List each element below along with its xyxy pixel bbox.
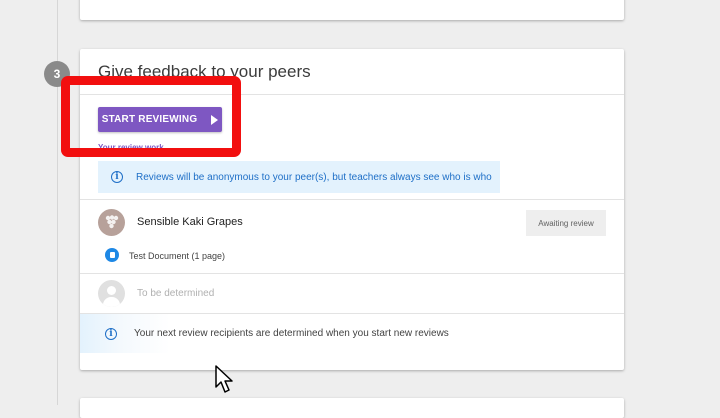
previous-step-card <box>80 0 624 20</box>
grapes-icon <box>105 215 119 229</box>
next-recipients-text: Your next review recipients are determin… <box>134 328 449 339</box>
highlight-annotation <box>61 76 241 157</box>
next-recipients-info-banner: i Your next review recipients are determ… <box>80 314 624 353</box>
awaiting-review-status: Awaiting review <box>526 210 606 236</box>
document-icon <box>105 248 119 262</box>
person-placeholder-icon <box>98 280 125 307</box>
info-icon: i <box>105 327 117 340</box>
mouse-cursor-icon <box>215 365 233 393</box>
to-be-determined-label: To be determined <box>137 288 215 299</box>
peer-name: Sensible Kaki Grapes <box>137 216 243 228</box>
row-divider <box>80 273 624 274</box>
grapes-avatar <box>98 209 125 236</box>
document-link[interactable]: Test Document (1 page) <box>129 251 225 261</box>
next-step-card <box>80 398 624 418</box>
info-icon: i <box>111 171 123 183</box>
anonymity-info-text: Reviews will be anonymous to your peer(s… <box>136 171 492 183</box>
section-divider <box>80 199 624 200</box>
anonymity-info-banner: i Reviews will be anonymous to your peer… <box>98 161 500 193</box>
